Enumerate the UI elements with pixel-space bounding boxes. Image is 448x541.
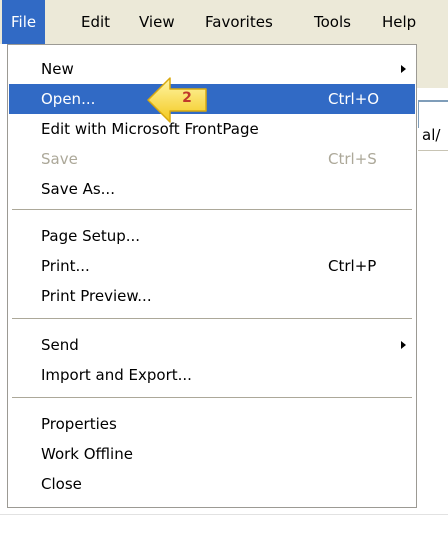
menu-view[interactable]: View: [130, 0, 184, 44]
menu-item-label: Open...: [41, 90, 96, 108]
menu-item-label: Properties: [41, 415, 117, 433]
menu-favorites[interactable]: Favorites: [196, 0, 282, 44]
menu-item-label: Save: [41, 150, 78, 168]
menu-item-open[interactable]: Open... Ctrl+O: [9, 84, 415, 114]
menu-item-close[interactable]: Close: [9, 469, 415, 499]
menu-item-label: Print Preview...: [41, 287, 152, 305]
menu-item-new[interactable]: New: [9, 54, 415, 84]
toolbar-divider: [418, 150, 448, 151]
step-number: 2: [182, 90, 192, 106]
menu-bar: File Edit View Favorites Tools Help: [0, 0, 448, 44]
menu-item-shortcut: Ctrl+O: [328, 90, 380, 108]
menu-item-label: Save As...: [41, 180, 115, 198]
menu-item-label: Page Setup...: [41, 227, 141, 245]
menu-item-page-setup[interactable]: Page Setup...: [9, 221, 415, 251]
menu-item-label: Send: [41, 336, 79, 354]
menu-edit[interactable]: Edit: [72, 0, 119, 44]
submenu-arrow-icon: [401, 65, 406, 73]
menu-separator: [12, 318, 412, 319]
menu-tools[interactable]: Tools: [305, 0, 360, 44]
menu-item-label: Work Offline: [41, 445, 133, 463]
menu-help[interactable]: Help: [373, 0, 425, 44]
menu-file[interactable]: File: [2, 0, 46, 44]
menu-item-print[interactable]: Print... Ctrl+P: [9, 251, 415, 281]
menu-item-label: New: [41, 60, 74, 78]
menu-item-import-export[interactable]: Import and Export...: [9, 360, 415, 390]
bottom-divider: [0, 514, 448, 515]
submenu-arrow-icon: [401, 341, 406, 349]
menu-item-work-offline[interactable]: Work Offline: [9, 439, 415, 469]
menu-item-shortcut: Ctrl+S: [328, 150, 377, 168]
menu-item-label: Print...: [41, 257, 90, 275]
step-callout-arrow-icon: [147, 77, 207, 123]
file-menu-dropdown: New Open... Ctrl+O Edit with Microsoft F…: [7, 44, 417, 508]
menu-item-send[interactable]: Send: [9, 330, 415, 360]
menu-item-save-as[interactable]: Save As...: [9, 174, 415, 204]
menu-item-properties[interactable]: Properties: [9, 409, 415, 439]
menu-item-save: Save Ctrl+S: [9, 144, 415, 174]
menu-item-label: Close: [41, 475, 82, 493]
address-text-fragment: al/: [422, 126, 441, 144]
menu-item-shortcut: Ctrl+P: [328, 257, 377, 275]
menu-item-print-preview[interactable]: Print Preview...: [9, 281, 415, 311]
menu-separator: [12, 209, 412, 210]
menu-item-edit-with-frontpage[interactable]: Edit with Microsoft FrontPage: [9, 114, 415, 144]
address-bar[interactable]: [418, 100, 448, 128]
menu-item-label: Import and Export...: [41, 366, 192, 384]
menu-separator: [12, 397, 412, 398]
